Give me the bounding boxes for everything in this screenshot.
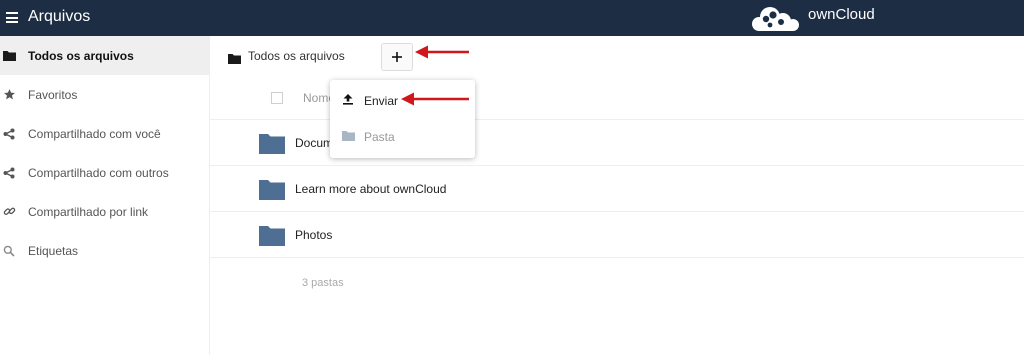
hamburger-menu-icon[interactable] [6,12,18,23]
file-name[interactable]: Photos [295,228,332,242]
sidebar-item-label: Etiquetas [28,243,79,258]
table-row[interactable]: Photos [210,212,1024,258]
folder-icon [259,224,285,251]
folder-icon [228,51,241,69]
menu-item-label: Pasta [364,130,395,144]
sidebar-item-all-files[interactable]: Todos os arquivos [0,36,209,75]
sidebar-item-label: Compartilhado por link [28,204,149,219]
sidebar-item-label: Compartilhado com outros [28,165,169,180]
sidebar-item-label: Todos os arquivos [28,48,134,63]
top-bar: Arquivos ownCloud [0,0,1024,36]
link-icon [2,205,16,219]
upload-icon [342,92,354,110]
annotation-arrow-icon [401,92,469,106]
file-count-summary: 3 pastas [302,277,344,289]
cloud-logo-icon [752,7,799,31]
sidebar-item-tags[interactable]: Etiquetas [0,231,209,270]
sidebar-item-shared-with-you[interactable]: Compartilhado com você [0,114,209,153]
search-icon [2,244,16,258]
sidebar-item-favorites[interactable]: Favoritos [0,75,209,114]
menu-item-folder[interactable]: Pasta [330,118,475,156]
sidebar: Todos os arquivos Favoritos Compartilhad… [0,36,210,355]
sidebar-item-label: Compartilhado com você [28,126,161,141]
plus-icon [392,52,402,62]
folder-icon [2,49,16,63]
brand: ownCloud [748,3,875,33]
share-icon [2,166,16,180]
sidebar-item-shared-with-others[interactable]: Compartilhado com outros [0,153,209,192]
folder-icon [259,132,285,159]
app-title[interactable]: Arquivos [28,8,90,26]
select-all-checkbox[interactable] [271,92,283,104]
sidebar-item-label: Favoritos [28,87,78,102]
folder-icon [342,128,355,146]
brand-name: ownCloud [808,5,875,23]
table-row[interactable]: Learn more about ownCloud [210,166,1024,212]
star-icon [2,88,16,102]
sidebar-item-shared-by-link[interactable]: Compartilhado por link [0,192,209,231]
annotation-arrow-icon [415,45,469,59]
share-icon [2,127,16,141]
folder-icon [259,178,285,205]
controls-bar: Todos os arquivos [210,36,1024,78]
new-button[interactable] [381,43,413,71]
menu-item-label: Enviar [364,94,399,108]
breadcrumb-home[interactable]: Todos os arquivos [248,49,345,63]
file-name[interactable]: Learn more about ownCloud [295,182,446,196]
